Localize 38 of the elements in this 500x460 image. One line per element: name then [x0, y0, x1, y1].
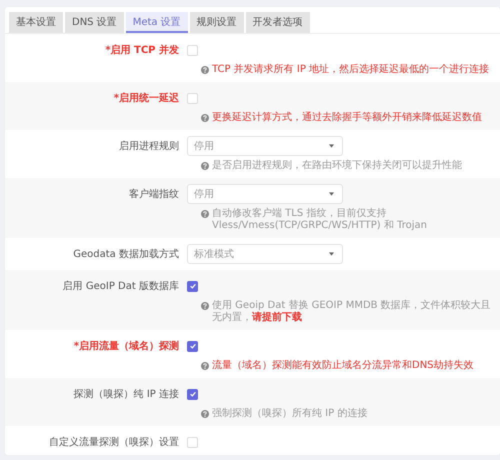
setting-label: 自定义流量探测（嗅探）设置	[48, 436, 180, 449]
setting-label: Geodata 数据加载方式	[72, 248, 180, 261]
hint-text: 更换延迟计算方式，通过去除握手等额外开销来降低延迟数值	[212, 112, 482, 124]
hint-text: 流量（域名）探测能有效防止域名分流异常和DNS劫持失效	[212, 360, 474, 372]
help-icon	[201, 66, 209, 74]
help-icon	[201, 162, 209, 170]
tab[interactable]: Meta 设置	[126, 12, 188, 33]
hint-text: 使用 Geoip Dat 替换 GEOIP MMDB 数据库，文件体积较大且无内置，请提前下载	[212, 300, 492, 324]
setting-label: 客户端指纹	[128, 188, 180, 201]
checkbox[interactable]	[187, 340, 198, 352]
download-link[interactable]: 请提前下载	[252, 312, 302, 323]
help-icon	[201, 114, 209, 122]
caret-icon	[329, 144, 334, 148]
setting-label: 启用 GeoIP Dat 版数据库	[62, 280, 180, 293]
hint-text: TCP 并发请求所有 IP 地址，然后选择延迟最低的一个进行连接	[212, 64, 490, 76]
setting-label: 探测（嗅探）纯 IP 连接	[72, 388, 180, 401]
tab[interactable]: 规则设置	[190, 12, 244, 33]
tab[interactable]: 基本设置	[9, 12, 63, 33]
help-icon	[201, 410, 209, 418]
checkbox[interactable]	[187, 388, 198, 400]
caret-icon	[329, 192, 334, 196]
help-icon	[201, 210, 209, 218]
select-field[interactable]: 标准模式	[187, 244, 343, 264]
setting-label: 启用进程规则	[118, 140, 180, 153]
caret-icon	[329, 252, 334, 256]
select-field[interactable]: 停用	[187, 136, 343, 156]
checkbox[interactable]	[187, 280, 198, 292]
hint-text: 是否启用进程规则，在路由环境下保持关闭可以提升性能	[212, 160, 462, 172]
setting-label: *启用 TCP 并发	[104, 43, 180, 57]
help-icon	[201, 362, 209, 370]
hint-text: 自动修改客户端 TLS 指纹，目前仅支持 Vless/Vmess(TCP/GRPC/WS/HTTP) 和 Trojan	[212, 208, 428, 232]
setting-label: *启用流量（域名）探测	[72, 339, 180, 353]
help-icon	[201, 302, 209, 310]
hint-text: 强制探测（嗅探）所有纯 IP 的连接	[212, 408, 368, 420]
tab[interactable]: 开发者选项	[246, 12, 310, 33]
setting-label: *启用统一延迟	[112, 91, 180, 105]
tab[interactable]: DNS 设置	[65, 12, 124, 33]
select-field[interactable]: 停用	[187, 184, 343, 204]
